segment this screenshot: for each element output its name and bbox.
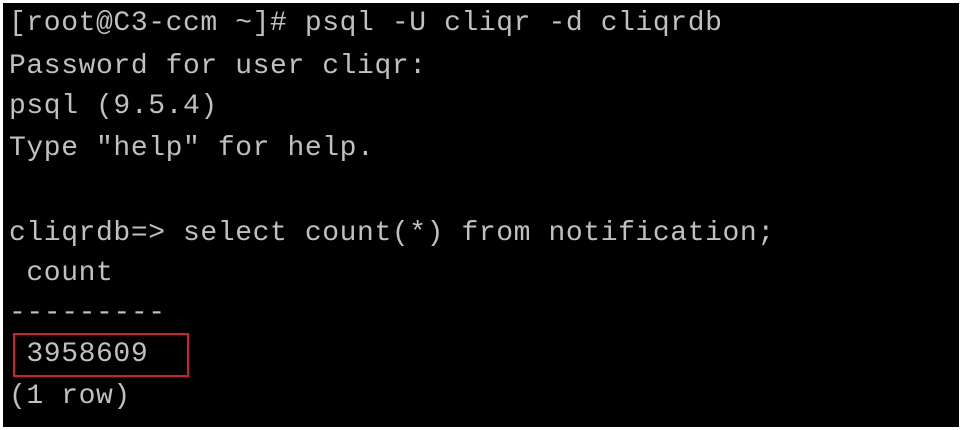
help-hint-line: Type "help" for help. (9, 133, 375, 164)
password-prompt: Password for user cliqr: (9, 51, 427, 82)
screenshot-frame: [root@C3-ccm ~]# psql -U cliqr -d cliqrd… (0, 0, 962, 430)
sql-query-line: cliqrdb=> select count(*) from notificat… (9, 218, 775, 249)
terminal-window[interactable]: [root@C3-ccm ~]# psql -U cliqr -d cliqrd… (3, 3, 959, 427)
row-count-footer: (1 row) (9, 381, 131, 412)
highlight-box (13, 333, 189, 377)
psql-version-line: psql (9.5.4) (9, 91, 218, 122)
result-column-header: count (9, 258, 114, 289)
result-separator: --------- (9, 298, 166, 329)
shell-prompt-command: [root@C3-ccm ~]# psql -U cliqr -d cliqrd… (9, 8, 723, 39)
